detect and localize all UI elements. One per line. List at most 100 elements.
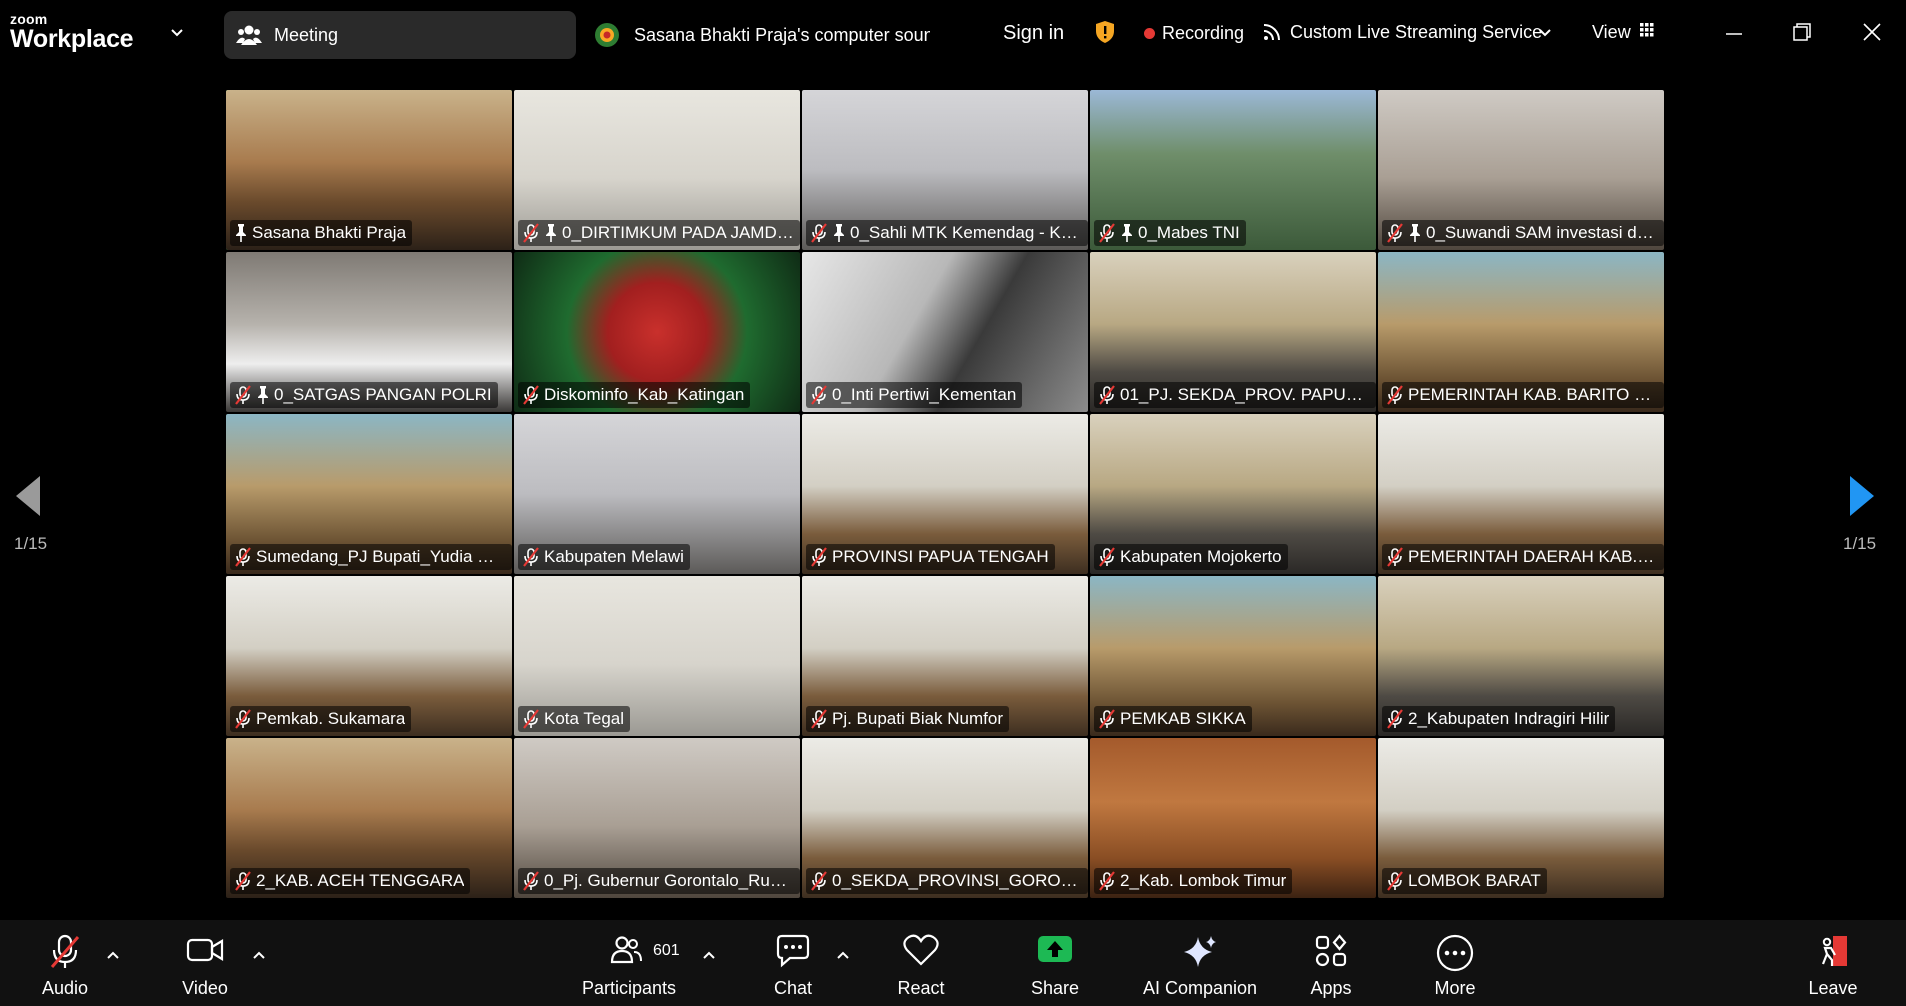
participant-video-tile[interactable]: 0_SEKDA_PROVINSI_GORONTALO — [802, 738, 1088, 898]
apps-icon — [1315, 934, 1347, 967]
share-button[interactable]: Share — [1018, 920, 1092, 1006]
video-button[interactable]: Video — [164, 920, 246, 1006]
muted-microphone-icon — [811, 547, 827, 567]
participant-name: Sasana Bhakti Praja — [252, 223, 407, 242]
participants-label: Participants — [581, 978, 677, 998]
live-streaming-label[interactable]: Custom Live Streaming Service — [1290, 22, 1542, 43]
muted-microphone-icon — [811, 709, 827, 729]
participant-nameplate: 0_SEKDA_PROVINSI_GORONTALO — [806, 868, 1088, 894]
participant-video-tile[interactable]: Sumedang_PJ Bupati_Yudia Ramli — [226, 414, 512, 574]
muted-microphone-icon — [523, 547, 539, 567]
participant-nameplate: PEMKAB SIKKA — [1094, 706, 1252, 732]
participant-video-tile[interactable]: Kota Tegal — [514, 576, 800, 736]
participant-name: 01_PJ. SEKDA_PROV. PAPUA BARAT DAYA — [1120, 385, 1370, 404]
participant-name: 0_Sahli MTK Kemendag - Kementerian Perda… — [850, 223, 1082, 242]
chevron-up-icon[interactable] — [702, 948, 716, 962]
restore-window-icon[interactable] — [1792, 22, 1812, 42]
participant-nameplate: 0_Mabes TNI — [1094, 220, 1246, 246]
chevron-up-icon[interactable] — [836, 948, 850, 962]
participant-video-tile[interactable]: PEMKAB SIKKA — [1090, 576, 1376, 736]
participant-nameplate: 2_KAB. ACEH TENGGARA — [230, 868, 471, 894]
participant-video-tile[interactable]: Kabupaten Mojokerto — [1090, 414, 1376, 574]
muted-microphone-icon — [523, 709, 539, 729]
participant-name: 2_Kab. Lombok Timur — [1120, 871, 1287, 890]
participant-video-tile[interactable]: Pemkab. Sukamara — [226, 576, 512, 736]
participant-video-tile[interactable]: 0_DIRTIMKUM PADA JAMDATUN — [514, 90, 800, 250]
apps-label: Apps — [1310, 978, 1352, 998]
audio-button[interactable]: Audio — [24, 920, 106, 1006]
participant-video-tile[interactable]: Pj. Bupati Biak Numfor — [802, 576, 1088, 736]
leave-button[interactable]: Leave — [1796, 920, 1870, 1006]
participant-video-tile[interactable]: Kabupaten Melawi — [514, 414, 800, 574]
participant-video-tile[interactable]: Sasana Bhakti Praja — [226, 90, 512, 250]
participant-video-tile[interactable]: 0_Inti Pertiwi_Kementan — [802, 252, 1088, 412]
participant-video-tile[interactable]: 0_Mabes TNI — [1090, 90, 1376, 250]
shield-icon[interactable] — [1094, 20, 1116, 44]
participant-video-tile[interactable]: PROVINSI PAPUA TENGAH — [802, 414, 1088, 574]
participant-nameplate: 0_Inti Pertiwi_Kementan — [806, 382, 1023, 408]
zoom-workplace-logo[interactable]: zoom Workplace — [10, 12, 134, 52]
participant-video-tile[interactable]: 0_Pj. Gubernur Gorontalo_Rudy Salahuddin — [514, 738, 800, 898]
chat-button[interactable]: Chat — [756, 920, 830, 1006]
participants-icon — [610, 936, 642, 964]
page-indicator-right: 1/15 — [1843, 534, 1877, 553]
recording-label[interactable]: Recording — [1162, 23, 1244, 44]
muted-microphone-icon — [1099, 547, 1115, 567]
chevron-down-icon[interactable] — [1538, 26, 1552, 40]
react-button[interactable]: React — [884, 920, 958, 1006]
participant-video-tile[interactable]: 2_Kab. Lombok Timur — [1090, 738, 1376, 898]
pin-icon — [258, 386, 268, 404]
close-icon[interactable] — [1862, 22, 1882, 42]
sign-in-link[interactable]: Sign in — [1003, 22, 1064, 45]
participant-nameplate: 0_SATGAS PANGAN POLRI — [230, 382, 498, 408]
recording-dot-icon — [1144, 28, 1155, 39]
shared-sound-source[interactable]: Sasana Bhakti Praja's computer sound — [634, 25, 930, 46]
muted-microphone-icon — [811, 871, 827, 891]
chevron-up-icon[interactable] — [106, 948, 120, 962]
ai-companion-label: AI Companion — [1142, 978, 1258, 998]
view-button[interactable]: View — [1592, 22, 1631, 43]
muted-microphone-icon — [1099, 385, 1115, 405]
apps-button[interactable]: Apps — [1294, 920, 1368, 1006]
participant-video-tile[interactable]: Diskominfo_Kab_Katingan — [514, 252, 800, 412]
participant-video-tile[interactable]: 2_Kabupaten Indragiri Hilir — [1378, 576, 1664, 736]
participant-nameplate: Kabupaten Mojokerto — [1094, 544, 1288, 570]
next-page-icon[interactable] — [1848, 474, 1876, 518]
minimize-icon[interactable] — [1724, 24, 1744, 44]
tab-meeting[interactable]: Meeting — [224, 11, 576, 59]
participant-nameplate: 0_Pj. Gubernur Gorontalo_Rudy Salahuddin — [518, 868, 800, 894]
pin-icon — [1122, 224, 1132, 242]
video-camera-icon — [186, 938, 224, 962]
participant-nameplate: 2_Kab. Lombok Timur — [1094, 868, 1293, 894]
chevron-down-icon[interactable] — [170, 26, 184, 40]
participant-video-tile[interactable]: PEMERINTAH KAB. BARITO SELATAN — [1378, 252, 1664, 412]
tab-meeting-label: Meeting — [274, 25, 339, 45]
participant-name: PEMERINTAH DAERAH KAB. SORONG — [1408, 547, 1658, 566]
participant-name: Kabupaten Melawi — [544, 547, 684, 566]
participant-name: 0_DIRTIMKUM PADA JAMDATUN — [562, 223, 794, 242]
participant-name: 2_Kabupaten Indragiri Hilir — [1408, 709, 1610, 728]
participant-name: Sumedang_PJ Bupati_Yudia Ramli — [256, 547, 506, 566]
participant-video-tile[interactable]: 2_KAB. ACEH TENGGARA — [226, 738, 512, 898]
previous-page-icon[interactable] — [14, 474, 42, 518]
muted-microphone-icon — [523, 871, 539, 891]
participant-video-tile[interactable]: LOMBOK BARAT — [1378, 738, 1664, 898]
participant-name: 0_Inti Pertiwi_Kementan — [832, 385, 1017, 404]
ai-companion-button[interactable]: AI Companion — [1138, 920, 1262, 1006]
participant-video-tile[interactable]: 0_SATGAS PANGAN POLRI — [226, 252, 512, 412]
more-button[interactable]: More — [1418, 920, 1492, 1006]
muted-microphone-icon — [50, 934, 80, 968]
participant-video-tile[interactable]: PEMERINTAH DAERAH KAB. SORONG — [1378, 414, 1664, 574]
participant-video-tile[interactable]: 01_PJ. SEKDA_PROV. PAPUA BARAT DAYA — [1090, 252, 1376, 412]
chevron-up-icon[interactable] — [252, 948, 266, 962]
participant-video-tile[interactable]: 0_Suwandi SAM investasi dan hilirisasi — [1378, 90, 1664, 250]
more-options-icon — [1436, 934, 1474, 972]
participant-video-tile[interactable]: 0_Sahli MTK Kemendag - Kementerian Perda… — [802, 90, 1088, 250]
participant-name: 0_Mabes TNI — [1138, 223, 1240, 242]
sparkle-icon — [1184, 936, 1216, 967]
grid-icon[interactable] — [1640, 23, 1654, 37]
participants-button[interactable]: Participants — [572, 920, 686, 1006]
participant-name: Kabupaten Mojokerto — [1120, 547, 1282, 566]
react-label: React — [897, 978, 945, 998]
muted-microphone-icon — [235, 709, 251, 729]
